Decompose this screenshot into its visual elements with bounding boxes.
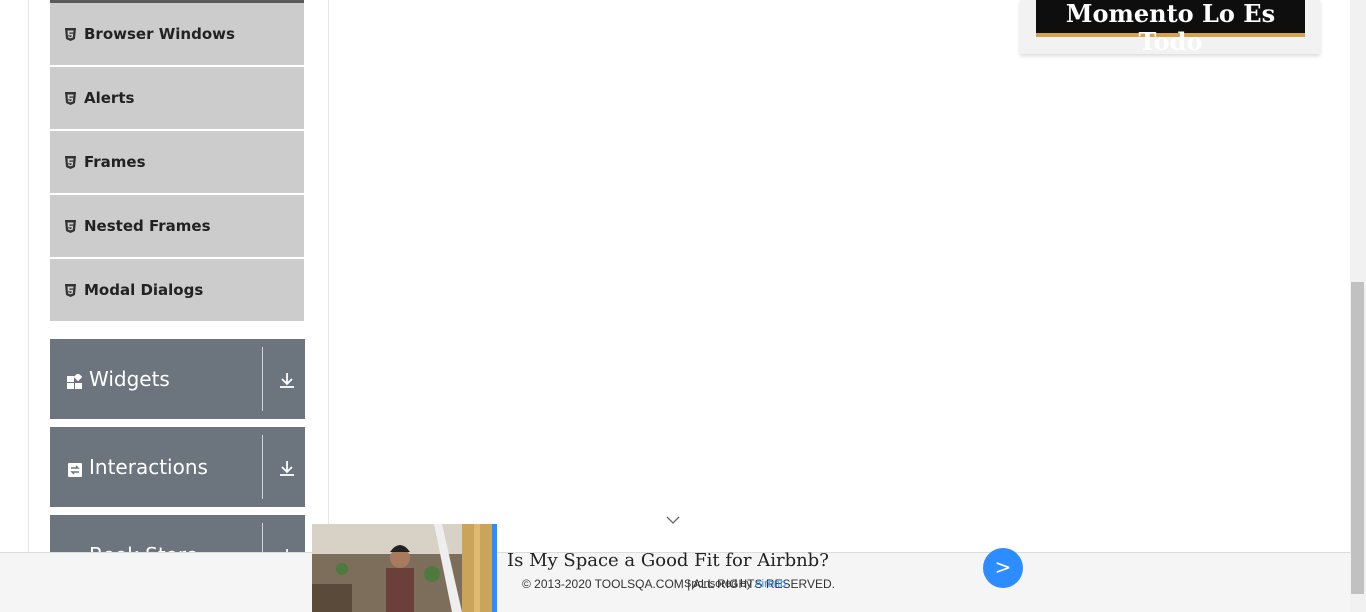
html5-icon	[65, 91, 76, 105]
top-ad-text: Momento Lo Es Todo	[1036, 0, 1305, 56]
left-rule	[28, 0, 29, 552]
ad-accent-stripe	[492, 524, 497, 612]
group-label: Interactions	[89, 455, 208, 479]
sidebar-item-label: Frames	[84, 153, 146, 171]
sidebar-border	[328, 0, 329, 552]
scrollbar-thumb[interactable]	[1351, 282, 1364, 594]
ad-title[interactable]: Is My Space a Good Fit for Airbnb?	[507, 550, 829, 571]
group-header-interactions[interactable]: Interactions	[50, 427, 305, 507]
ad-image[interactable]	[312, 524, 492, 612]
page: Browser Windows Alerts Frames Nested Fra…	[0, 0, 1366, 612]
group-divider	[262, 347, 263, 411]
sidebar-item-browser-windows[interactable]: Browser Windows	[50, 3, 304, 65]
group-header-widgets[interactable]: Widgets	[50, 339, 305, 419]
html5-icon	[65, 155, 76, 169]
sidebar-item-label: Modal Dialogs	[84, 281, 204, 299]
top-ad-banner[interactable]: Momento Lo Es Todo	[1020, 0, 1320, 56]
group-divider	[262, 435, 263, 499]
sponsored-ad[interactable]: Is My Space a Good Fit for Airbnb? Spons…	[312, 524, 1032, 612]
html5-icon	[65, 27, 76, 41]
widgets-icon	[67, 372, 83, 389]
ad-sponsor-brand[interactable]: Airbnb	[754, 578, 786, 590]
alerts-frames-windows-submenu: Browser Windows Alerts Frames Nested Fra…	[50, 0, 305, 323]
interactions-icon	[67, 462, 83, 477]
sidebar-item-label: Browser Windows	[84, 25, 235, 43]
download-arrow-icon[interactable]	[278, 371, 296, 389]
ad-cta-button[interactable]: >	[983, 548, 1023, 588]
sidebar-item-nested-frames[interactable]: Nested Frames	[50, 195, 304, 257]
sidebar-item-label: Alerts	[84, 89, 135, 107]
sidebar-item-label: Nested Frames	[84, 217, 211, 235]
sidebar-item-modal-dialogs[interactable]: Modal Dialogs	[50, 259, 304, 321]
sidebar-item-frames[interactable]: Frames	[50, 131, 304, 193]
html5-icon	[65, 219, 76, 233]
group-label: Widgets	[89, 367, 170, 391]
html5-icon	[65, 283, 76, 297]
sidebar-item-alerts[interactable]: Alerts	[50, 67, 304, 129]
ad-sponsor: Sponsored by Airbnb	[684, 578, 786, 590]
download-arrow-icon[interactable]	[278, 459, 296, 477]
chevron-down-icon[interactable]	[665, 510, 681, 524]
ad-sponsored-prefix: Sponsored by	[684, 578, 755, 590]
